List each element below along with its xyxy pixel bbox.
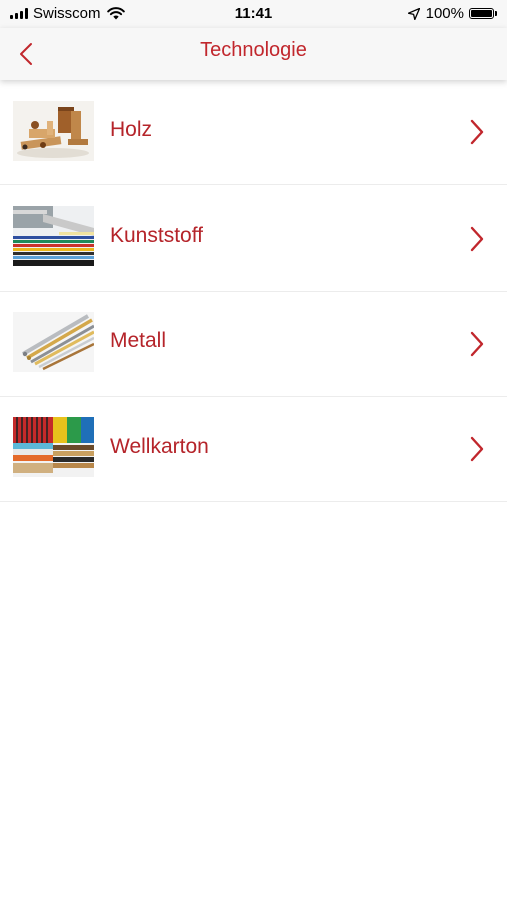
metall-thumbnail — [13, 312, 94, 372]
navigation-bar: Technologie — [0, 28, 507, 80]
kunststoff-thumbnail — [13, 206, 94, 266]
holz-thumbnail — [13, 101, 94, 161]
battery-tip — [495, 11, 497, 16]
chevron-right-icon — [470, 226, 484, 252]
page-title: Technologie — [200, 39, 307, 61]
status-right: 100% — [407, 5, 497, 22]
list-item-holz[interactable]: Holz — [0, 80, 507, 185]
material-list: Holz Kunststoff Metall Wellkarton — [0, 80, 507, 502]
list-item-wellkarton[interactable]: Wellkarton — [0, 397, 507, 502]
battery-icon — [469, 8, 494, 19]
list-item-label: Metall — [110, 329, 167, 352]
list-item-label: Holz — [110, 118, 153, 141]
location-arrow-icon — [407, 7, 420, 20]
battery-percentage: 100% — [425, 5, 464, 22]
status-bar: Swisscom 11:41 100% — [0, 0, 507, 28]
list-item-label: Wellkarton — [110, 435, 209, 458]
list-item-metall[interactable]: Metall — [0, 292, 507, 397]
list-item-label: Kunststoff — [110, 224, 204, 247]
chevron-right-icon — [470, 436, 484, 462]
chevron-right-icon — [470, 119, 484, 145]
chevron-right-icon — [470, 331, 484, 357]
list-item-kunststoff[interactable]: Kunststoff — [0, 185, 507, 292]
wellkarton-thumbnail — [13, 417, 94, 477]
